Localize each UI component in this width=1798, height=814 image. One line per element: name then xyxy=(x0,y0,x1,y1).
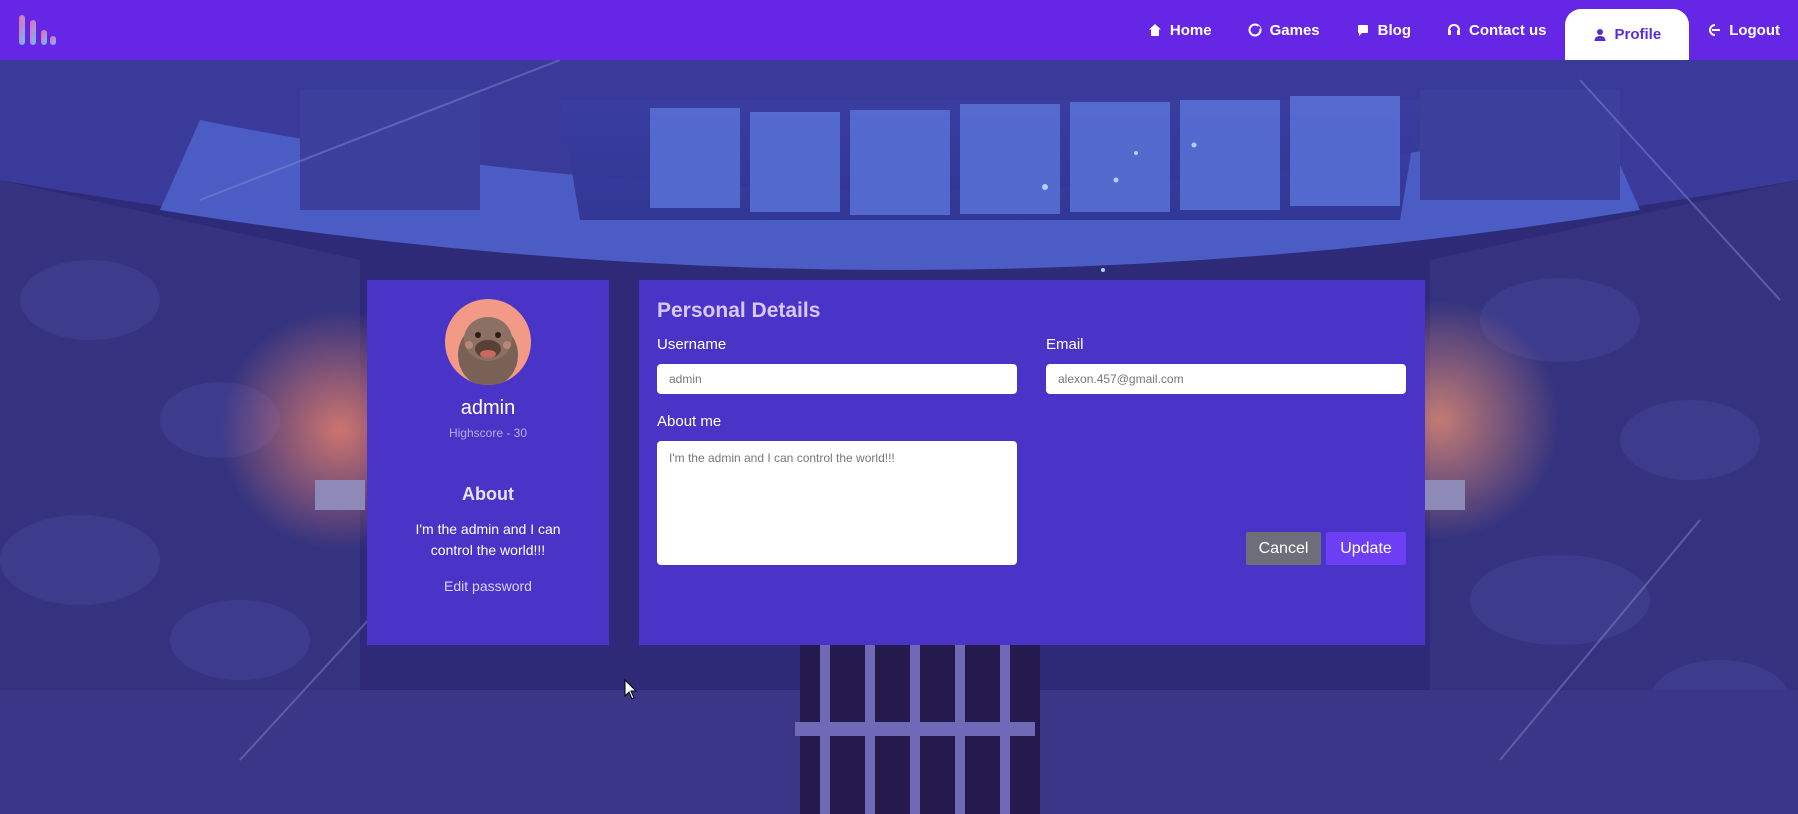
nav-home[interactable]: Home xyxy=(1130,0,1230,60)
nav-home-label: Home xyxy=(1169,21,1212,39)
nav-contact[interactable]: Contact us xyxy=(1429,0,1565,60)
top-navbar: Home Games Blog Contact us Profile Logou… xyxy=(0,0,1798,60)
profile-card: admin Highscore - 30 About I'm the admin… xyxy=(367,280,609,645)
update-button[interactable]: Update xyxy=(1326,532,1406,565)
nav-games[interactable]: Games xyxy=(1230,0,1338,60)
nav-logout-label: Logout xyxy=(1729,21,1780,39)
blog-icon xyxy=(1356,23,1370,37)
email-label: Email xyxy=(1046,336,1084,353)
about-heading: About xyxy=(462,484,514,504)
nav-blog-label: Blog xyxy=(1377,21,1411,39)
nav-contact-label: Contact us xyxy=(1468,21,1547,39)
logout-icon xyxy=(1707,23,1721,37)
about-me-textarea[interactable]: I'm the admin and I can control the worl… xyxy=(657,441,1017,565)
games-icon xyxy=(1248,23,1262,37)
cancel-button[interactable]: Cancel xyxy=(1246,532,1321,565)
headset-icon xyxy=(1447,23,1461,37)
mouse-cursor-icon xyxy=(624,678,638,706)
nav-blog[interactable]: Blog xyxy=(1338,0,1429,60)
personal-details-title: Personal Details xyxy=(657,299,821,322)
nav-profile-label: Profile xyxy=(1614,26,1662,43)
nav-logout[interactable]: Logout xyxy=(1689,0,1798,60)
edit-password-link[interactable]: Edit password xyxy=(444,578,532,594)
about-text: I'm the admin and I can control the worl… xyxy=(415,521,561,558)
app-logo[interactable] xyxy=(16,12,60,48)
nav-profile[interactable]: Profile xyxy=(1564,9,1690,60)
profile-highscore: Highscore - 30 xyxy=(448,426,528,440)
avatar[interactable] xyxy=(445,299,531,385)
username-label: Username xyxy=(657,336,727,353)
nav-games-label: Games xyxy=(1269,21,1320,39)
user-icon xyxy=(1593,28,1607,42)
profile-name: admin xyxy=(460,397,516,419)
personal-details-card: Personal Details Username Email About me… xyxy=(639,280,1425,645)
email-field[interactable] xyxy=(1046,364,1406,394)
about-me-label: About me xyxy=(657,413,722,430)
username-field[interactable] xyxy=(657,364,1017,394)
home-icon xyxy=(1148,23,1162,37)
